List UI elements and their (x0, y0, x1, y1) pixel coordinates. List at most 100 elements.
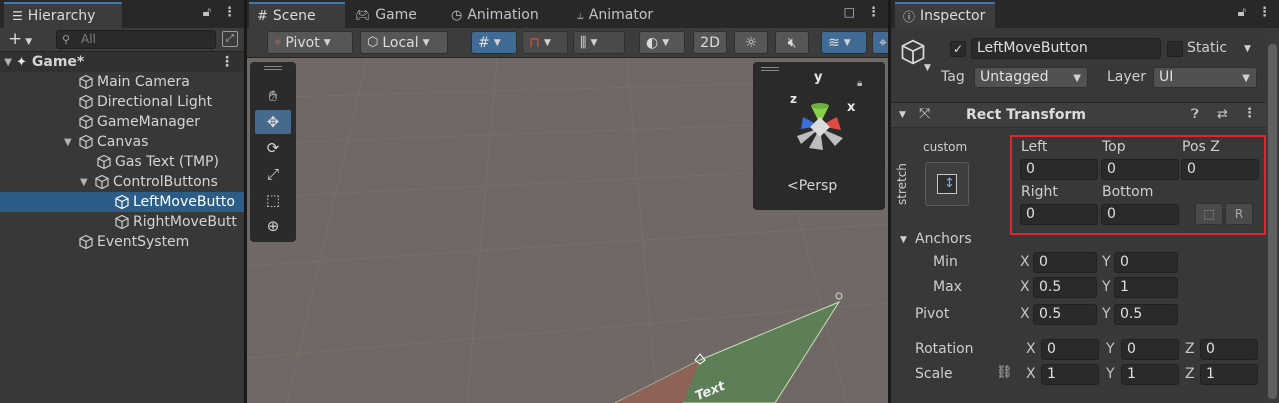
kebab-menu-icon[interactable]: ⋮ (1258, 5, 1271, 20)
expand-arrow-icon[interactable]: ▼ (80, 177, 94, 188)
visibility-button[interactable]: ⌖ (872, 31, 888, 54)
tree-item[interactable]: ▼ Canvas (0, 132, 244, 152)
lock-icon[interactable]: 🔓︎ (1238, 5, 1246, 20)
move-tool-button[interactable]: ✥ (255, 110, 291, 134)
rotation-x-field[interactable]: 0 (1041, 339, 1099, 360)
tree-item-label: Gas Text (TMP) (115, 154, 219, 170)
drag-handle-icon[interactable] (761, 67, 779, 71)
transform-tool-button[interactable]: ⊕ (255, 214, 291, 238)
rotation-z-field[interactable]: 0 (1200, 339, 1258, 360)
anchor-min-y-field[interactable]: 0 (1114, 252, 1178, 273)
info-icon: ⓘ (903, 9, 916, 24)
anchor-preset-button[interactable]: ↕ (925, 162, 969, 206)
tree-item[interactable]: ▼ ControlButtons (0, 172, 244, 192)
snap-increment-button[interactable]: ⊓ ▼ (522, 31, 568, 54)
left-field[interactable]: 0 (1020, 159, 1098, 180)
pivot-x-field[interactable]: 0.5 (1033, 304, 1097, 325)
scale-z-field[interactable]: 1 (1200, 364, 1258, 385)
anchor-max-y-value: 1 (1120, 279, 1129, 295)
tab-game[interactable]: 🎮︎ Game (347, 3, 425, 27)
blueprint-mode-button[interactable]: ⬚ (1195, 203, 1223, 225)
right-field[interactable]: 0 (1020, 204, 1098, 225)
grid-snap-button[interactable]: # ▼ (471, 31, 517, 54)
scene-menu-icon[interactable]: ⋮ (220, 54, 234, 70)
expand-arrow-icon[interactable]: ▼ (0, 57, 14, 68)
scene-visibility-icon[interactable]: ⤢ (222, 31, 238, 47)
top-field[interactable]: 0 (1101, 159, 1179, 180)
orientation-gizmo[interactable]: 🔒︎ y x z <Persp (753, 62, 885, 210)
search-input[interactable]: ⚲ All (56, 30, 216, 49)
scale-y-field[interactable]: 1 (1121, 364, 1179, 385)
static-checkbox[interactable] (1167, 41, 1183, 57)
foldout-arrow-icon[interactable]: ▼ (899, 110, 906, 120)
tab-animator[interactable]: ⥿ Animator (569, 3, 661, 27)
anchor-max-x-field[interactable]: 0.5 (1033, 277, 1097, 298)
axis-y-label: Y (1106, 341, 1115, 357)
constrain-proportions-icon[interactable]: ⛓︎ (996, 365, 1013, 380)
tab-inspector[interactable]: ⓘ Inspector (895, 2, 995, 28)
tree-item-label: LeftMoveButto (133, 194, 235, 210)
drag-handle-icon[interactable] (264, 66, 282, 70)
clock-icon: ◷ (451, 7, 463, 23)
tree-item-selected[interactable]: LeftMoveButto (0, 192, 244, 212)
scale-tool-button[interactable]: ⤢ (255, 162, 291, 186)
help-icon[interactable]: ❓︎ (1191, 107, 1199, 122)
rotation-label: Rotation (915, 341, 974, 357)
gameobject-cube-icon[interactable] (899, 38, 927, 66)
tree-item-scene[interactable]: ▼ ✦ Game* ⋮ (0, 52, 244, 72)
anchors-foldout-icon[interactable]: ▼ (900, 235, 907, 245)
active-checkbox[interactable]: ✓ (950, 41, 966, 57)
cube-icon (95, 174, 109, 190)
presets-icon[interactable]: ⇄ (1217, 107, 1228, 122)
rect-tool-button[interactable]: ⬚ (255, 188, 291, 212)
axis-gizmo-icon (797, 103, 843, 150)
ruler-icon: ⫼ (580, 34, 587, 51)
add-button[interactable]: + ▼ (8, 29, 32, 49)
local-dropdown[interactable]: ⬡ Local ▼ (360, 31, 448, 54)
rotate-tool-button[interactable]: ⟳ (255, 136, 291, 160)
scale-x-field[interactable]: 1 (1041, 364, 1099, 385)
layer-dropdown[interactable]: UI ▼ (1153, 67, 1257, 88)
maximize-icon[interactable]: □ (844, 5, 855, 20)
axis-y-label: Y (1106, 366, 1115, 382)
inspector-scrollbar-thumb[interactable] (1268, 44, 1277, 399)
lighting-toggle-button[interactable]: ☼ (734, 31, 768, 54)
effects-button[interactable]: ≋ ▼ (821, 31, 867, 54)
2d-toggle-button[interactable]: 2D (693, 31, 727, 54)
tree-item-label: GameManager (97, 114, 201, 130)
object-name-field[interactable]: LeftMoveButton (971, 38, 1161, 59)
tree-item[interactable]: RightMoveButt (0, 212, 244, 232)
persp-toggle[interactable]: <Persp (787, 178, 837, 194)
ruler-button[interactable]: ⫼ ▼ (573, 31, 625, 54)
posz-field[interactable]: 0 (1181, 159, 1259, 180)
caret-down-icon: ▼ (1073, 73, 1081, 84)
tab-hierarchy[interactable]: ☰ Hierarchy (4, 2, 122, 28)
hand-tool-button[interactable]: ✋︎ (255, 84, 291, 108)
expand-arrow-icon[interactable]: ▼ (64, 137, 78, 148)
lock-icon[interactable]: 🔓︎ (203, 5, 211, 20)
audio-toggle-button[interactable]: 🔇︎ (775, 31, 809, 54)
component-menu-icon[interactable]: ⋮ (1243, 106, 1256, 121)
rect-transform-header[interactable]: ▼ ⤧ Rect Transform ❓︎ ⇄ ⋮ (891, 102, 1279, 128)
tag-dropdown[interactable]: Untagged ▼ (974, 67, 1088, 88)
tree-item[interactable]: Gas Text (TMP) (0, 152, 244, 172)
shading-mode-button[interactable]: ◐ ▼ (639, 31, 685, 54)
tab-animation[interactable]: ◷ Animation (443, 3, 547, 27)
pivot-dropdown[interactable]: ⌖ Pivot ▼ (267, 31, 353, 54)
tree-item[interactable]: Directional Light (0, 92, 244, 112)
bottom-field[interactable]: 0 (1101, 204, 1179, 225)
tree-item[interactable]: EventSystem (0, 232, 244, 252)
tree-item[interactable]: Main Camera (0, 72, 244, 92)
tree-item[interactable]: GameManager (0, 112, 244, 132)
scale-x-value: 1 (1047, 366, 1056, 382)
kebab-menu-icon[interactable]: ⋮ (223, 5, 236, 20)
raw-edit-button[interactable]: R (1225, 203, 1253, 225)
icon-caret-down-icon[interactable]: ▼ (924, 63, 931, 73)
tab-scene[interactable]: # Scene (249, 2, 345, 28)
anchor-min-x-field[interactable]: 0 (1033, 252, 1097, 273)
kebab-menu-icon[interactable]: ⋮ (867, 5, 880, 20)
anchor-max-y-field[interactable]: 1 (1114, 277, 1178, 298)
rotation-y-field[interactable]: 0 (1121, 339, 1179, 360)
pivot-y-field[interactable]: 0.5 (1114, 304, 1178, 325)
static-caret-down-icon[interactable]: ▼ (1244, 44, 1251, 54)
